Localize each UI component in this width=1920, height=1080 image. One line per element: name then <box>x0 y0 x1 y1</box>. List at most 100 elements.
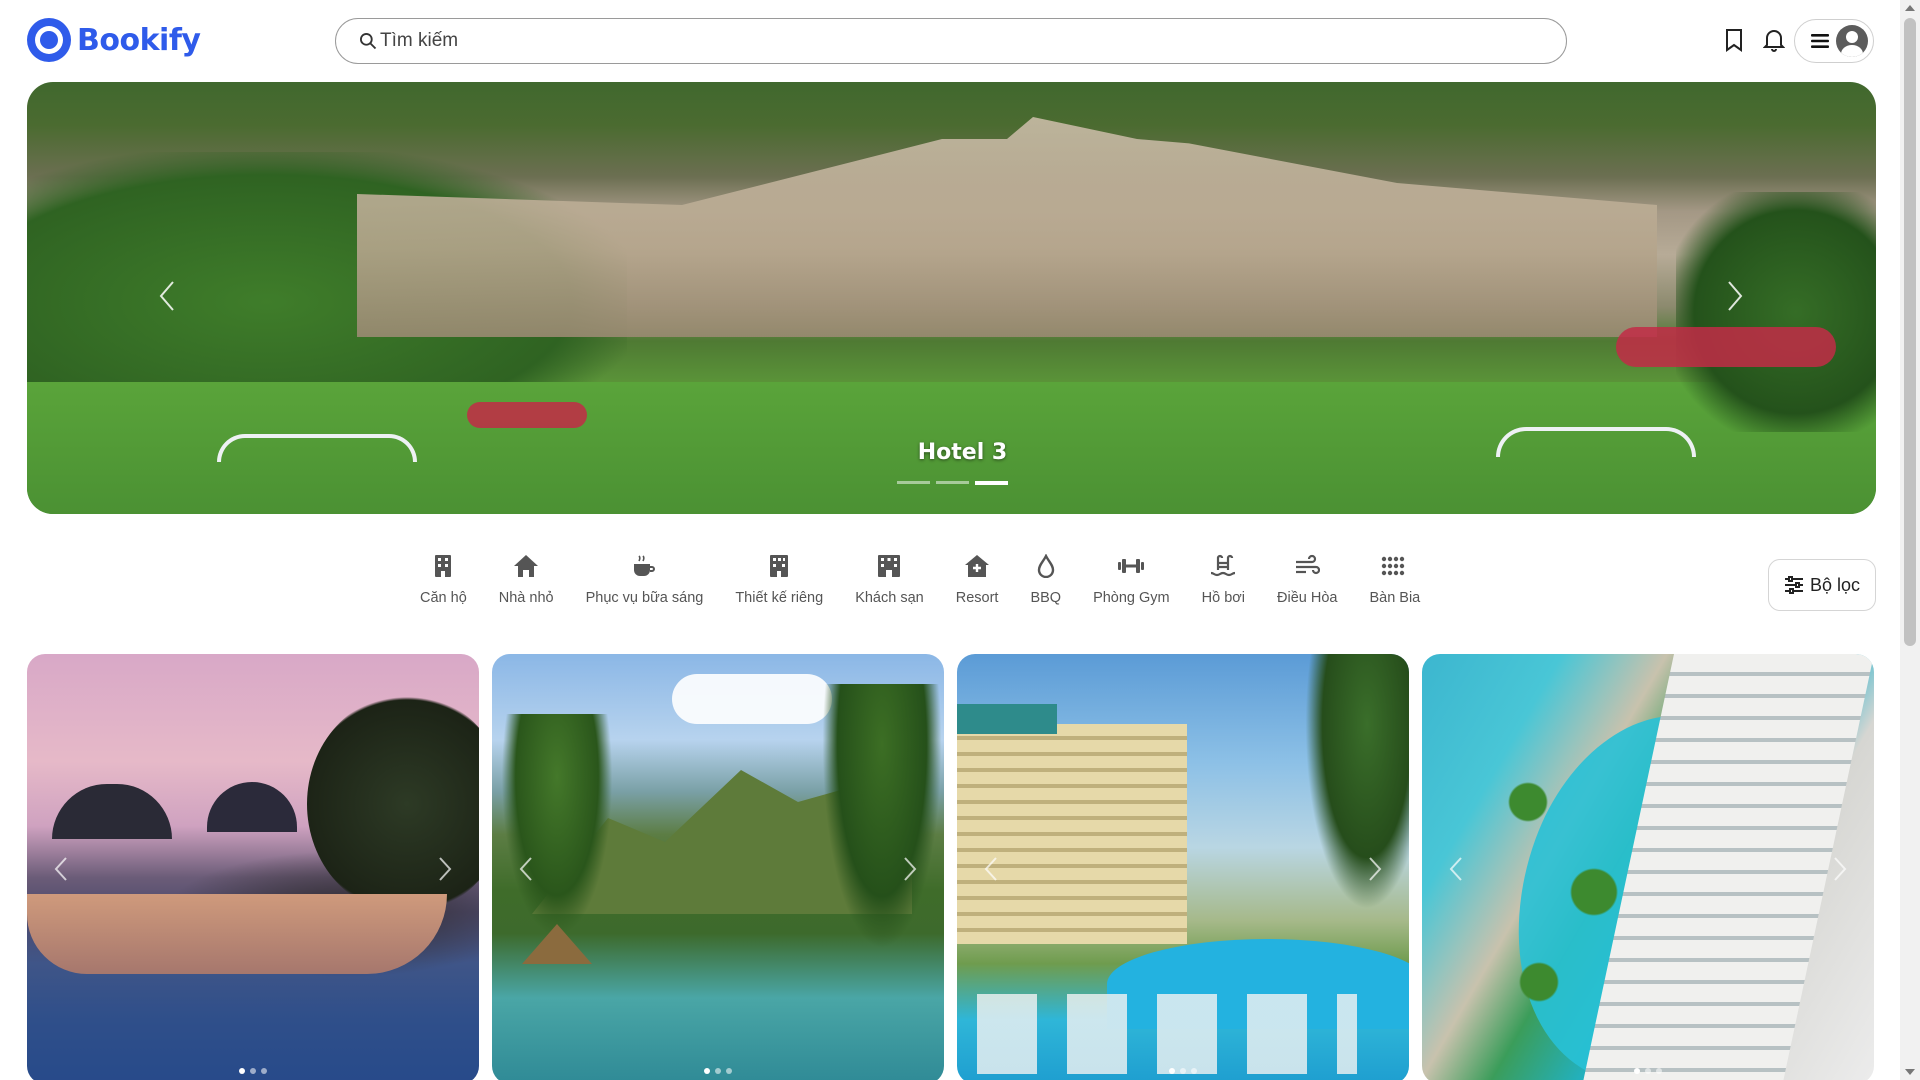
hero-prev-button[interactable] <box>152 278 182 314</box>
bookmark-icon[interactable] <box>1720 26 1748 54</box>
scroll-up-arrow-icon[interactable] <box>1904 3 1916 13</box>
coffee-icon <box>630 552 658 580</box>
logo-mark-icon <box>27 18 71 62</box>
listing-card[interactable] <box>957 654 1409 1080</box>
hero-next-button[interactable] <box>1720 278 1750 314</box>
page-scrollbar[interactable] <box>1900 0 1920 1080</box>
hero-dot[interactable] <box>936 481 969 484</box>
scroll-down-arrow-icon[interactable] <box>1904 1067 1916 1077</box>
card-dot[interactable] <box>1180 1068 1186 1074</box>
hero-image-building <box>357 117 1657 337</box>
user-menu-button[interactable] <box>1794 19 1874 63</box>
card-dot[interactable] <box>1191 1068 1197 1074</box>
category-small-house[interactable]: Nhà nhỏ <box>499 552 554 606</box>
category-custom-design[interactable]: Thiết kế riêng <box>735 552 823 606</box>
category-pool[interactable]: Hồ bơi <box>1202 552 1245 606</box>
card-pagination <box>1422 1068 1874 1074</box>
category-label: Điều Hòa <box>1277 590 1338 606</box>
card-next-button[interactable] <box>1363 854 1387 884</box>
flame-icon <box>1032 552 1060 580</box>
card-pagination <box>492 1068 944 1074</box>
house-icon <box>512 552 540 580</box>
listing-card[interactable] <box>27 654 479 1080</box>
category-label: Phòng Gym <box>1093 590 1170 606</box>
card-next-button[interactable] <box>898 854 922 884</box>
card-image-cloud <box>672 674 832 724</box>
hotel-icon <box>875 552 903 580</box>
card-dot[interactable] <box>715 1068 721 1074</box>
category-label: Hồ bơi <box>1201 590 1245 606</box>
search-bar[interactable] <box>335 18 1567 64</box>
category-label: Bàn Bia <box>1369 590 1421 606</box>
grid-dots-icon <box>1381 552 1409 580</box>
listing-card[interactable] <box>1422 654 1874 1080</box>
category-bbq[interactable]: BBQ <box>1030 552 1061 606</box>
category-label: Khách sạn <box>855 590 924 606</box>
category-bar: Căn hộ Nhà nhỏ Phục vụ bữa sáng Thiết kế… <box>420 552 1452 606</box>
card-dot-active[interactable] <box>239 1068 245 1074</box>
card-next-button[interactable] <box>433 854 457 884</box>
card-prev-button[interactable] <box>979 854 1003 884</box>
search-icon <box>360 33 377 50</box>
logo-text: Bookify <box>77 22 201 58</box>
hero-image-flowers-right <box>1616 327 1836 367</box>
category-label: Phục vụ bữa sáng <box>585 590 704 606</box>
card-image-island <box>207 782 297 832</box>
card-prev-button[interactable] <box>1444 854 1468 884</box>
scrollbar-thumb[interactable] <box>1904 18 1916 646</box>
pool-icon <box>1209 552 1237 580</box>
hero-image-flowers <box>467 402 587 428</box>
card-image-island <box>52 784 172 839</box>
search-input[interactable] <box>380 30 1530 52</box>
card-dot[interactable] <box>250 1068 256 1074</box>
card-image-loungers <box>977 994 1357 1074</box>
category-label: Căn hộ <box>420 590 467 606</box>
card-dot[interactable] <box>1645 1068 1651 1074</box>
logo[interactable]: Bookify <box>27 18 201 62</box>
filter-button[interactable]: Bộ lọc <box>1768 559 1876 611</box>
hero-dot[interactable] <box>897 481 930 484</box>
hero-title: Hotel 3 <box>917 440 1008 465</box>
filter-label: Bộ lọc <box>1809 574 1861 595</box>
card-dot-active[interactable] <box>1634 1068 1640 1074</box>
card-prev-button[interactable] <box>49 854 73 884</box>
apartment-icon <box>429 552 457 580</box>
hero-carousel: Hotel 3 <box>27 82 1876 514</box>
card-image-palm <box>812 684 944 984</box>
category-label: Resort <box>955 590 999 606</box>
bell-icon[interactable] <box>1760 26 1788 54</box>
category-breakfast[interactable]: Phục vụ bữa sáng <box>585 552 704 606</box>
category-label: Nhà nhỏ <box>498 590 554 606</box>
category-apartment[interactable]: Căn hộ <box>420 552 467 606</box>
hero-dot-active[interactable] <box>975 481 1008 485</box>
card-image-palm <box>1297 654 1409 934</box>
sliders-icon <box>1784 576 1803 594</box>
card-dot[interactable] <box>726 1068 732 1074</box>
category-board-games[interactable]: Bàn Bia <box>1369 552 1420 606</box>
card-image-hotel-building <box>957 724 1187 944</box>
top-header: Bookify <box>0 0 1900 82</box>
card-dot-active[interactable] <box>704 1068 710 1074</box>
hero-pagination <box>897 481 1008 485</box>
resort-icon <box>963 552 991 580</box>
card-image-terrace <box>27 894 447 974</box>
card-prev-button[interactable] <box>514 854 538 884</box>
hero-image-hedge-right <box>1676 192 1876 432</box>
card-pagination <box>27 1068 479 1074</box>
category-label: BBQ <box>1030 590 1062 606</box>
category-air-conditioning[interactable]: Điều Hòa <box>1277 552 1337 606</box>
card-image-hotel-roof <box>957 704 1057 734</box>
listing-card[interactable] <box>492 654 944 1080</box>
card-next-button[interactable] <box>1828 854 1852 884</box>
menu-icon <box>1811 34 1829 48</box>
category-hotel[interactable]: Khách sạn <box>855 552 924 606</box>
card-dot[interactable] <box>1656 1068 1662 1074</box>
card-dot[interactable] <box>261 1068 267 1074</box>
card-dot-active[interactable] <box>1169 1068 1175 1074</box>
category-label: Thiết kế riêng <box>735 590 824 606</box>
category-gym[interactable]: Phòng Gym <box>1093 552 1170 606</box>
user-avatar-icon <box>1836 25 1868 57</box>
card-pagination <box>957 1068 1409 1074</box>
dumbbell-icon <box>1117 552 1145 580</box>
category-resort[interactable]: Resort <box>955 552 999 606</box>
